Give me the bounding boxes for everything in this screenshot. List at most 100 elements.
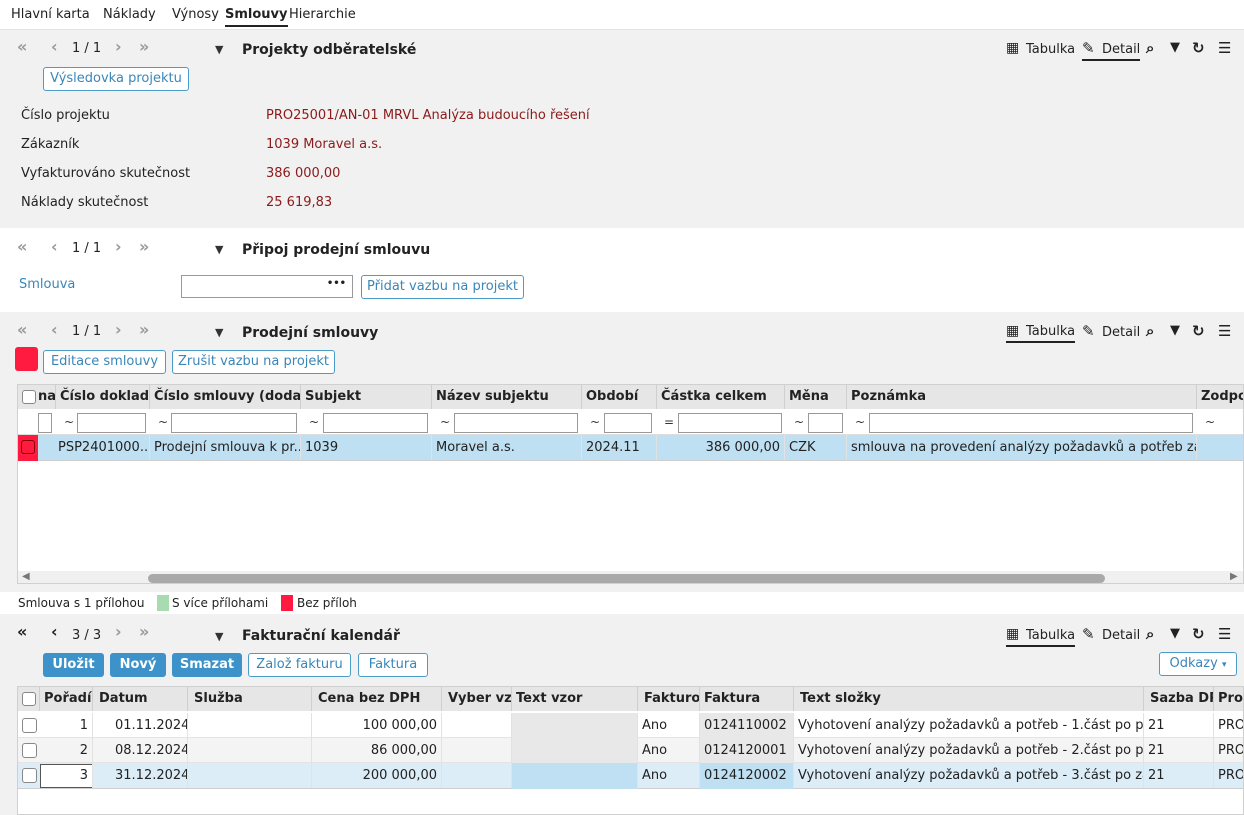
col-header[interactable]: Zodpo [1197, 385, 1243, 409]
filter-input[interactable] [38, 413, 52, 433]
odkazy-dropdown[interactable]: Odkazy ▾ [1159, 652, 1237, 676]
col-header[interactable]: Číslo smlouvy (dodatku) [150, 385, 301, 409]
view-detail[interactable]: Detail [1102, 325, 1140, 340]
filter-icon[interactable]: ▼ [1170, 626, 1180, 641]
editace-smlouvy-button[interactable]: Editace smlouvy [43, 350, 166, 374]
tab-hierarchie[interactable]: Hierarchie [289, 7, 356, 22]
next-page-icon[interactable]: › [115, 622, 122, 641]
prev-page-icon[interactable]: ‹ [51, 622, 58, 641]
row-checkbox[interactable] [22, 768, 37, 783]
filter-op[interactable]: ~ [794, 415, 804, 429]
tab-vynosy[interactable]: Výnosy [172, 7, 219, 22]
refresh-icon[interactable]: ↻ [1192, 625, 1205, 643]
row-checkbox[interactable] [22, 718, 37, 733]
tab-naklady[interactable]: Náklady [103, 7, 156, 22]
filter-op[interactable]: ~ [64, 415, 74, 429]
search-icon[interactable]: ⌕ [1146, 322, 1154, 340]
col-header[interactable]: Číslo dokladu [56, 385, 150, 409]
col-header[interactable]: Vyber vzor [442, 687, 512, 711]
filter-op[interactable]: ~ [1205, 415, 1215, 429]
col-header[interactable]: Faktura [700, 687, 794, 711]
ellipsis-icon[interactable]: ••• [327, 278, 346, 289]
scroll-right-icon[interactable]: ▶ [1230, 571, 1238, 582]
view-tabulka[interactable]: Tabulka [1006, 628, 1076, 647]
chevron-down-icon[interactable]: ▼ [215, 326, 223, 339]
first-page-icon[interactable]: « [17, 37, 27, 56]
scrollbar-thumb[interactable] [148, 574, 1105, 583]
zaloz-fakturu-button[interactable]: Založ fakturu [248, 653, 351, 677]
col-header[interactable]: Sazba DPH [1144, 687, 1214, 711]
next-page-icon[interactable]: › [115, 37, 122, 56]
view-detail[interactable]: Detail [1102, 628, 1140, 643]
col-header[interactable]: Název subjektu [432, 385, 582, 409]
chevron-down-icon[interactable]: ▼ [215, 243, 223, 256]
prev-page-icon[interactable]: ‹ [51, 237, 58, 256]
col-header[interactable]: Subjekt [301, 385, 432, 409]
col-header[interactable]: Poznámka [847, 385, 1197, 409]
menu-icon[interactable]: ☰ [1218, 39, 1231, 57]
filter-op[interactable]: ~ [590, 415, 600, 429]
ulozit-button[interactable]: Uložit [43, 653, 104, 677]
filter-input[interactable] [171, 413, 297, 433]
view-tabulka[interactable]: Tabulka [1026, 42, 1075, 57]
filter-input[interactable] [869, 413, 1193, 433]
filter-input[interactable] [808, 413, 843, 433]
search-icon[interactable]: ⌕ [1146, 625, 1154, 643]
scroll-left-icon[interactable]: ◀ [22, 571, 30, 582]
col-header[interactable]: Pro [1214, 687, 1243, 711]
filter-icon[interactable]: ▼ [1170, 40, 1180, 55]
prev-page-icon[interactable]: ‹ [51, 37, 58, 56]
first-page-icon[interactable]: « [17, 622, 27, 641]
filter-op[interactable]: ~ [158, 415, 168, 429]
last-page-icon[interactable]: » [139, 622, 149, 641]
prev-page-icon[interactable]: ‹ [51, 320, 58, 339]
select-all-checkbox[interactable] [22, 390, 36, 404]
refresh-icon[interactable]: ↻ [1192, 322, 1205, 340]
col-header[interactable]: Text vzor [512, 687, 638, 711]
view-tabulka[interactable]: Tabulka [1006, 324, 1076, 343]
filter-op[interactable]: ~ [855, 415, 865, 429]
vysledovka-button[interactable]: Výsledovka projektu [43, 67, 189, 91]
row-checkbox[interactable] [22, 743, 37, 758]
novy-button[interactable]: Nový [110, 653, 166, 677]
filter-input[interactable] [323, 413, 428, 433]
view-detail[interactable]: Detail [1082, 42, 1141, 61]
faktura-button[interactable]: Faktura [358, 653, 428, 677]
pridat-vazbu-button[interactable]: Přidat vazbu na projekt [361, 275, 524, 299]
first-page-icon[interactable]: « [17, 237, 27, 256]
tab-hlavni-karta[interactable]: Hlavní karta [11, 7, 90, 22]
col-header[interactable]: Pořadí [40, 687, 93, 711]
menu-icon[interactable]: ☰ [1218, 322, 1231, 340]
refresh-icon[interactable]: ↻ [1192, 39, 1205, 57]
first-page-icon[interactable]: « [17, 320, 27, 339]
filter-icon[interactable]: ▼ [1170, 323, 1180, 338]
filter-input[interactable] [604, 413, 652, 433]
chevron-down-icon[interactable]: ▼ [215, 43, 223, 56]
filter-input[interactable] [454, 413, 578, 433]
last-page-icon[interactable]: » [139, 237, 149, 256]
horizontal-scrollbar[interactable]: ◀ ▶ [18, 571, 1243, 583]
filter-input[interactable] [678, 413, 782, 433]
last-page-icon[interactable]: » [139, 320, 149, 339]
tab-smlouvy[interactable]: Smlouvy [225, 7, 288, 27]
zrusit-vazbu-button[interactable]: Zrušit vazbu na projekt [172, 350, 335, 374]
filter-op[interactable]: = [664, 415, 674, 429]
col-header[interactable]: Měna [785, 385, 847, 409]
col-header[interactable]: Fakturov [638, 687, 700, 711]
menu-icon[interactable]: ☰ [1218, 625, 1231, 643]
next-page-icon[interactable]: › [115, 320, 122, 339]
last-page-icon[interactable]: » [139, 37, 149, 56]
row-checkbox[interactable] [21, 440, 35, 454]
next-page-icon[interactable]: › [115, 237, 122, 256]
filter-op[interactable]: ~ [440, 415, 450, 429]
col-header[interactable]: Cena bez DPH [312, 687, 442, 711]
col-header[interactable]: Služba [188, 687, 312, 711]
col-header[interactable]: Datum [93, 687, 188, 711]
col-header[interactable]: Text složky [794, 687, 1144, 711]
filter-op[interactable]: ~ [309, 415, 319, 429]
search-icon[interactable]: ⌕ [1146, 39, 1154, 57]
select-all-checkbox[interactable] [22, 692, 36, 706]
filter-input[interactable] [77, 413, 146, 433]
chevron-down-icon[interactable]: ▼ [215, 630, 223, 643]
col-header[interactable]: Částka celkem [657, 385, 785, 409]
